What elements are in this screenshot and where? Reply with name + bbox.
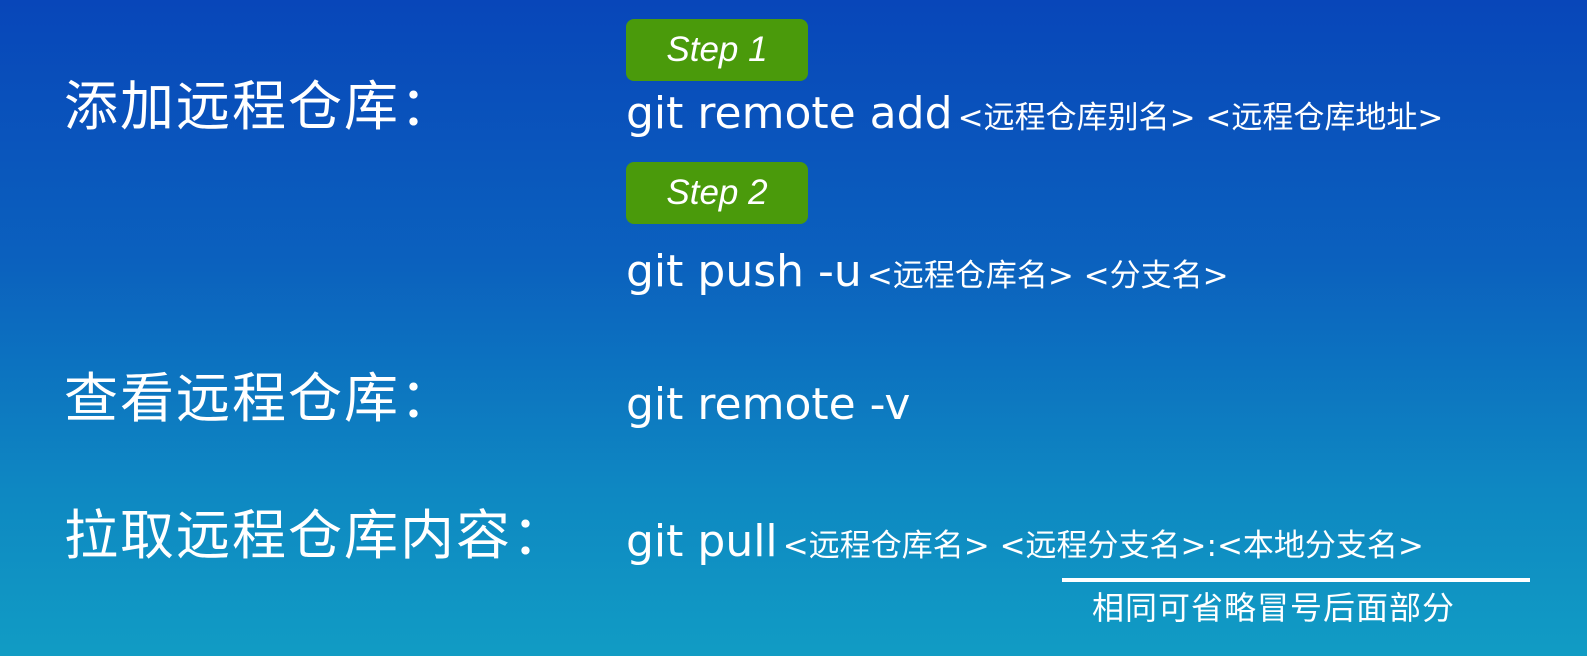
step-2-badge: Step 2	[626, 162, 808, 224]
omit-note: 相同可省略冒号后面部分	[1092, 589, 1456, 627]
push-command-args: <远程仓库名> <分支名>	[866, 258, 1229, 294]
add-remote-command: git remote add <远程仓库别名> <远程仓库地址>	[626, 92, 1443, 136]
view-remote-command: git remote -v	[626, 383, 910, 427]
pull-command-args: <远程仓库名> <远程分支名>:<本地分支名>	[782, 528, 1424, 564]
note-underline	[1062, 578, 1530, 582]
push-command-text: git push -u	[626, 246, 862, 297]
pull-remote-label: 拉取远程仓库内容：	[64, 504, 568, 567]
add-remote-label: 添加远程仓库：	[64, 75, 456, 138]
add-remote-command-text: git remote add	[626, 88, 953, 139]
step-1-badge: Step 1	[626, 19, 808, 81]
add-remote-command-args: <远程仓库别名> <远程仓库地址>	[957, 100, 1444, 136]
pull-command-text: git pull	[626, 516, 778, 567]
push-command: git push -u <远程仓库名> <分支名>	[626, 250, 1229, 294]
pull-command: git pull <远程仓库名> <远程分支名>:<本地分支名>	[626, 520, 1424, 564]
view-remote-label: 查看远程仓库：	[64, 367, 456, 430]
view-remote-command-text: git remote -v	[626, 379, 911, 430]
